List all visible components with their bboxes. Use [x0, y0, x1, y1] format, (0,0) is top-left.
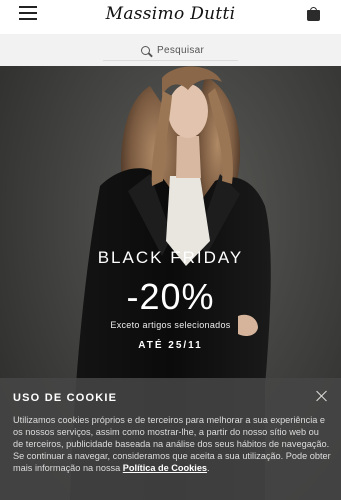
brand-logo[interactable]: Massimo Dutti [0, 4, 341, 24]
search-icon [141, 46, 150, 55]
search-placeholder: Pesquisar [157, 45, 205, 56]
cookie-policy-link[interactable]: Política de Cookies [123, 463, 207, 473]
cookie-title: USO DE COOKIE [13, 392, 118, 404]
top-header: Massimo Dutti [0, 0, 341, 34]
promo-date: ATÉ 25/11 [138, 340, 203, 351]
cookie-banner: USO DE COOKIE Utilizamos cookies próprio… [0, 378, 341, 500]
promo-note: Exceto artigos selecionados [110, 320, 231, 330]
promo-discount: -20% [126, 276, 215, 317]
cookie-end: . [207, 463, 210, 473]
search-input[interactable]: Pesquisar [103, 41, 238, 61]
cookie-text: Utilizamos cookies próprios e de terceir… [13, 414, 331, 474]
search-bar: Pesquisar [0, 34, 341, 66]
promo-title: BLACK FRIDAY [97, 248, 244, 267]
shopping-bag-icon[interactable] [307, 7, 320, 21]
close-icon[interactable] [316, 390, 328, 402]
